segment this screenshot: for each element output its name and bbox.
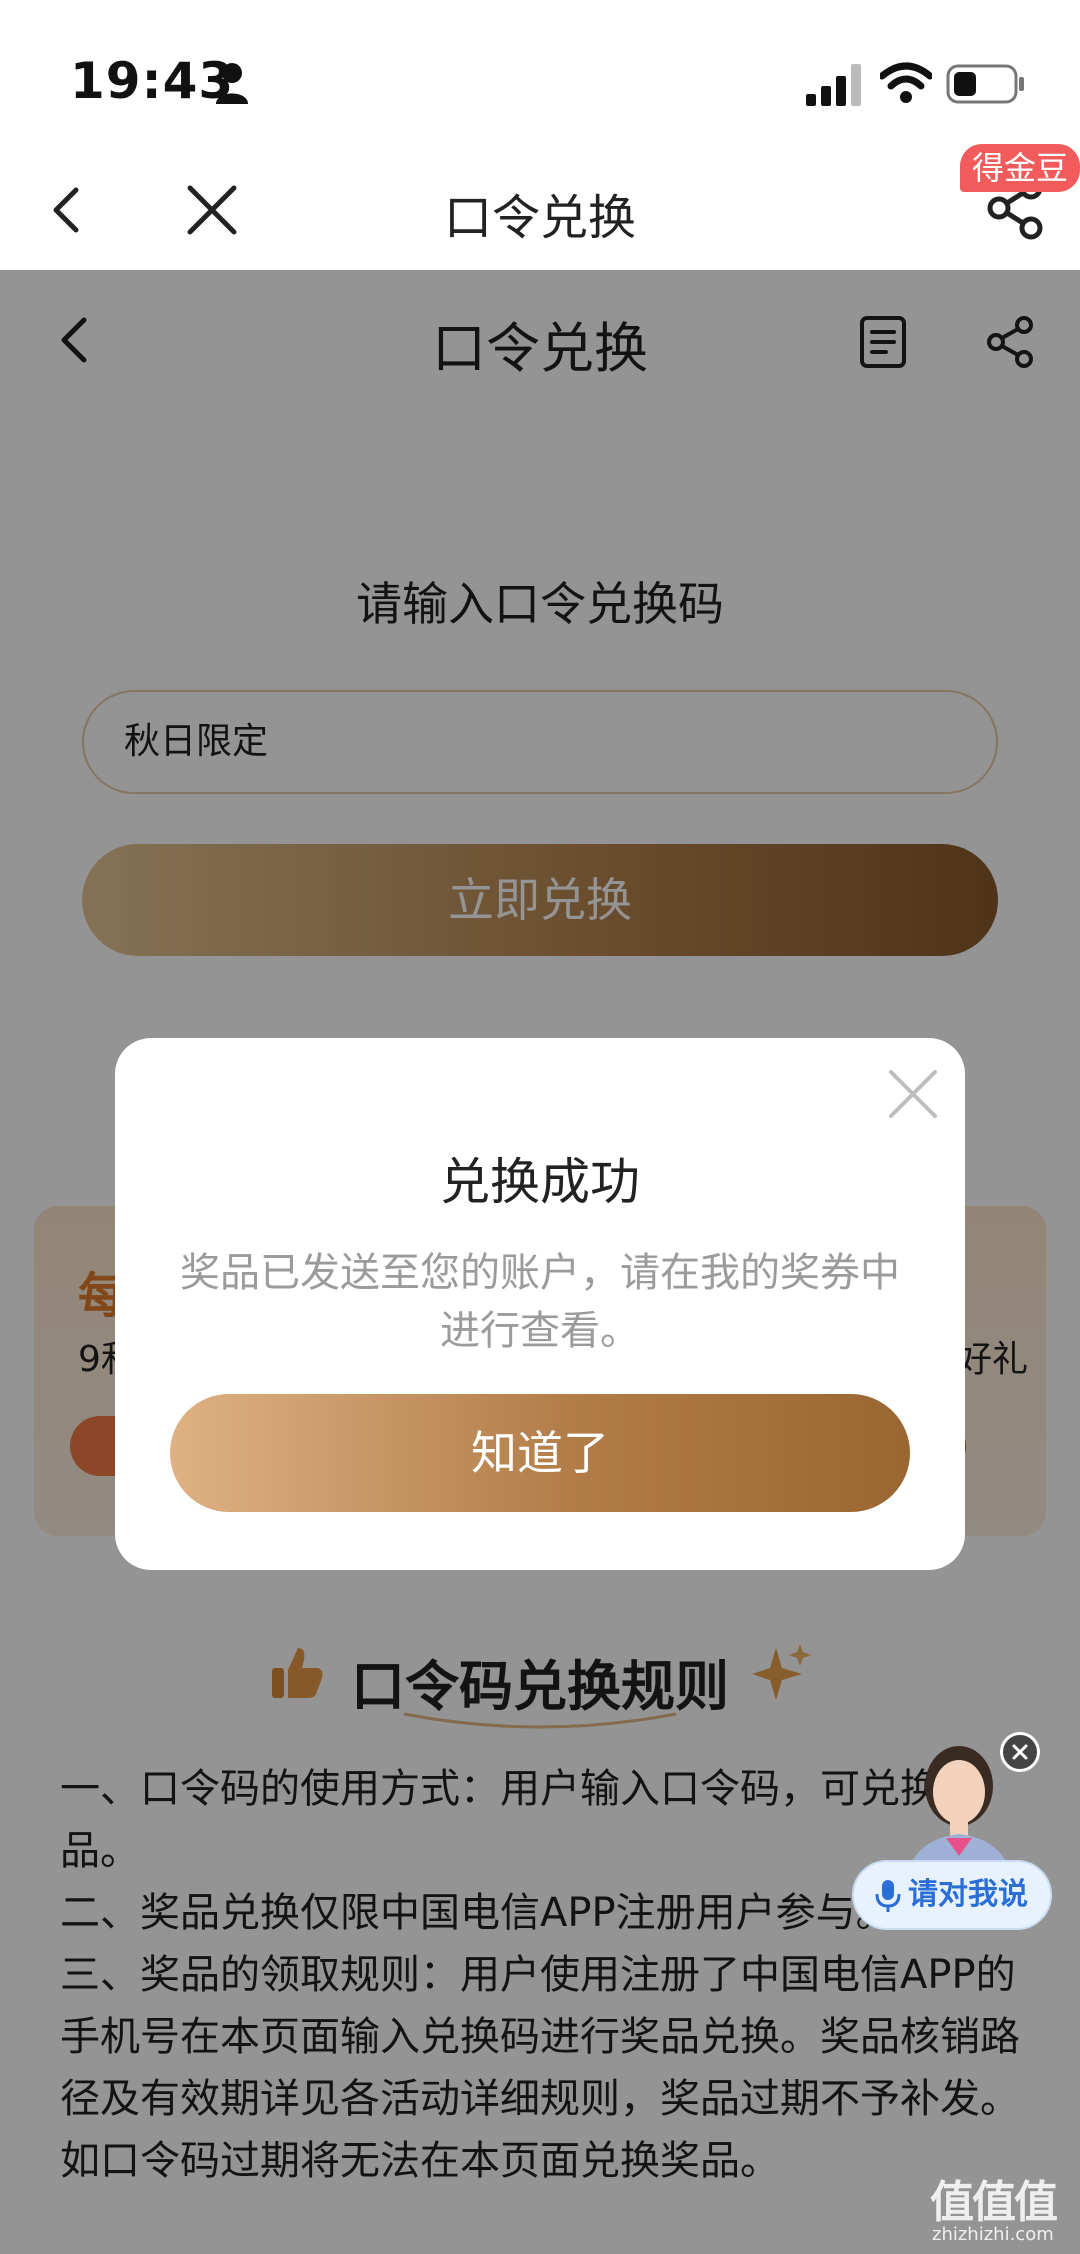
gold-bean-badge[interactable]: 得金豆	[960, 144, 1080, 192]
battery-icon	[946, 64, 1024, 104]
watermark: 值值值 zhizhizhi.com	[930, 2166, 1070, 2246]
person-icon	[216, 63, 248, 104]
dialog-title: 兑换成功	[440, 1153, 640, 1211]
voice-input-button[interactable]: 请对我说	[852, 1860, 1052, 1930]
close-icon	[1012, 1744, 1028, 1760]
signal-icon	[806, 64, 861, 106]
watermark-logo: 值值值	[930, 2177, 1058, 2228]
assistant-close-button[interactable]	[1000, 1732, 1040, 1772]
watermark-url: zhizhizhi.com	[932, 2224, 1054, 2245]
got-it-button[interactable]: 知道了	[170, 1394, 910, 1512]
voice-input-label: 请对我说	[908, 1877, 1028, 1912]
microphone-icon	[875, 1880, 901, 1912]
outer-page-title: 口令兑换	[443, 190, 636, 246]
success-dialog: 兑换成功 奖品已发送至您的账户，请在我的奖券中进行查看。 知道了	[115, 1038, 965, 1570]
status-time: 19:43	[70, 52, 235, 110]
voice-assistant-widget[interactable]: 请对我说	[852, 1730, 1062, 1940]
wifi-icon	[880, 62, 932, 103]
dialog-message: 奖品已发送至您的账户，请在我的奖券中进行查看。	[180, 1250, 900, 1354]
close-icon[interactable]	[885, 1066, 941, 1122]
outer-nav-bar: 口令兑换 得金豆	[0, 144, 1080, 270]
status-bar: 19:43	[0, 0, 1080, 150]
